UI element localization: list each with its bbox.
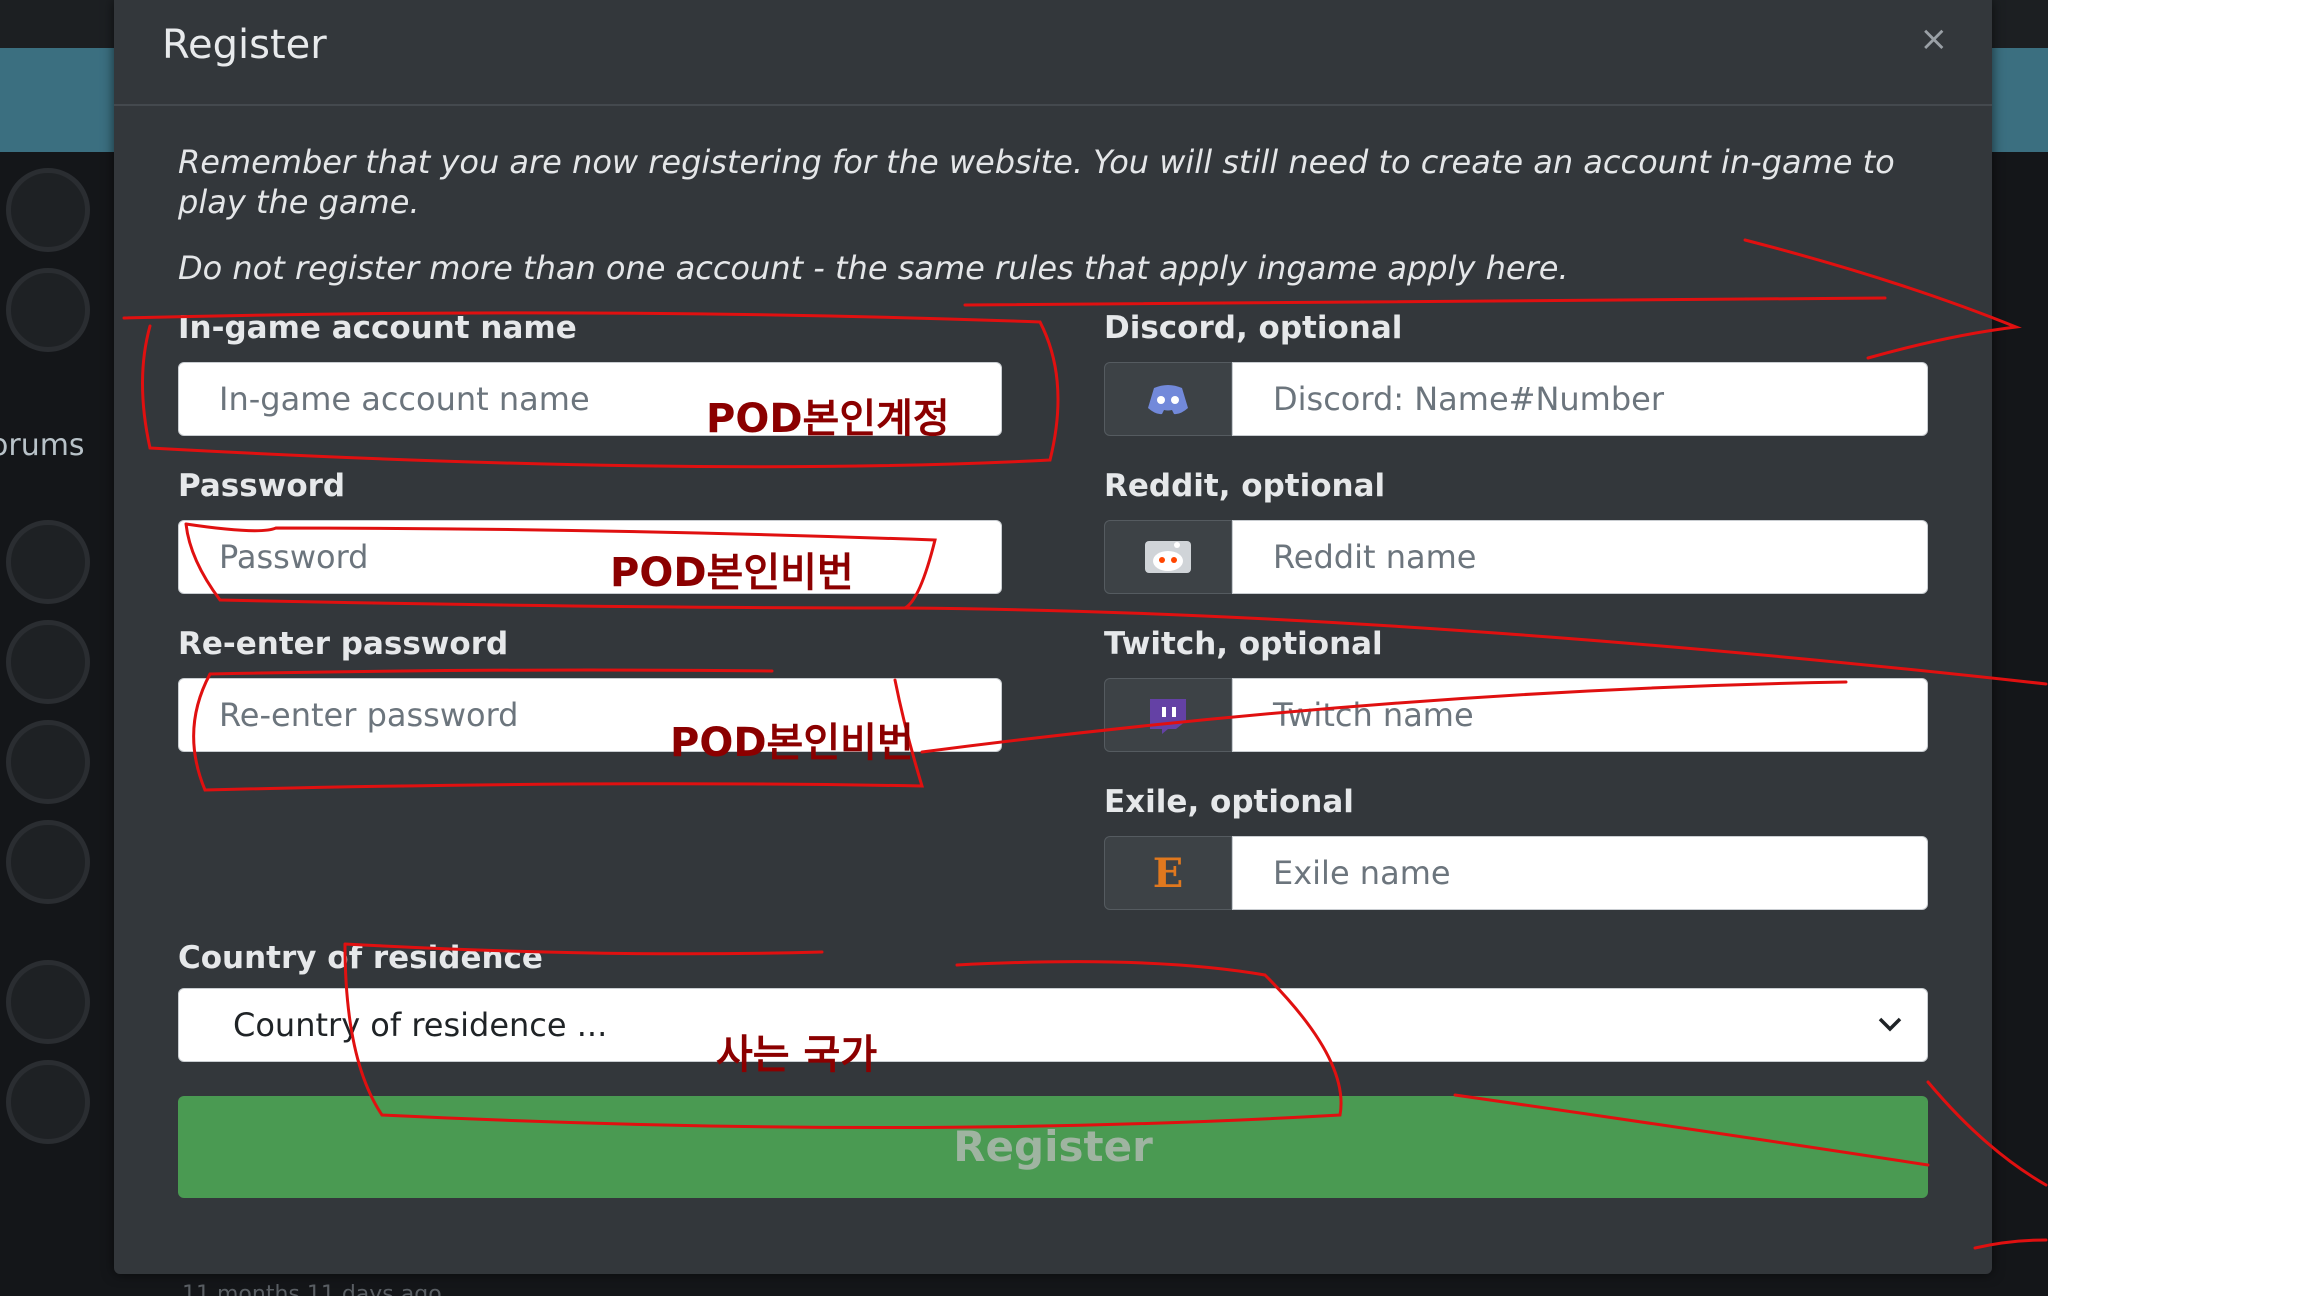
close-icon[interactable]: × — [1920, 22, 1949, 56]
register-button[interactable]: Register — [178, 1096, 1928, 1198]
country-annotation: 사는 국가 — [716, 1032, 878, 1078]
reddit-icon — [1104, 520, 1232, 594]
sidebar-link-forums[interactable]: orums — [0, 428, 85, 463]
modal-title: Register — [162, 22, 327, 68]
account-name-label: In-game account name — [178, 310, 577, 346]
twitch-input-group: Twitch name — [1104, 678, 1928, 752]
right-margin — [2048, 0, 2304, 1296]
discord-input-group: Discord: Name#Number — [1104, 362, 1928, 436]
reenter-password-annotation: POD본인비번 — [670, 720, 914, 766]
password-input[interactable]: Password — [178, 520, 1002, 594]
paw-icon — [6, 520, 90, 604]
paw-icon — [6, 168, 90, 252]
account-name-annotation: POD본인계정 — [706, 396, 950, 442]
twitch-icon — [1104, 678, 1232, 752]
register-modal: Register × Remember that you are now reg… — [114, 0, 1992, 1274]
reddit-input[interactable]: Reddit name — [1232, 520, 1928, 594]
chevron-down-icon — [1878, 1017, 1902, 1032]
exile-label: Exile, optional — [1104, 784, 1354, 820]
paw-icon — [6, 720, 90, 804]
country-select[interactable]: Country of residence ... — [178, 988, 1928, 1062]
duplicate-account-warning: Do not register more than one account - … — [178, 249, 1569, 287]
discord-icon — [1104, 362, 1232, 436]
paw-icon — [6, 268, 90, 352]
password-annotation: POD본인비번 — [610, 550, 854, 596]
discord-input[interactable]: Discord: Name#Number — [1232, 362, 1928, 436]
twitch-input[interactable]: Twitch name — [1232, 678, 1928, 752]
country-select-value: Country of residence ... — [233, 1006, 608, 1044]
exile-icon: E — [1104, 836, 1232, 910]
paw-icon — [6, 620, 90, 704]
reenter-password-label: Re-enter password — [178, 626, 509, 662]
post-timestamp: 11 months 11 days ago — [182, 1282, 442, 1296]
reddit-label: Reddit, optional — [1104, 468, 1386, 504]
reddit-input-group: Reddit name — [1104, 520, 1928, 594]
password-label: Password — [178, 468, 346, 504]
paw-icon — [6, 820, 90, 904]
paw-icon — [6, 960, 90, 1044]
exile-input[interactable]: Exile name — [1232, 836, 1928, 910]
paw-icon — [6, 1060, 90, 1144]
exile-input-group: E Exile name — [1104, 836, 1928, 910]
registration-notice: Remember that you are now registering fo… — [178, 143, 1895, 221]
country-label: Country of residence — [178, 940, 543, 976]
exile-icon-letter: E — [1152, 849, 1184, 897]
twitch-label: Twitch, optional — [1104, 626, 1383, 662]
discord-label: Discord, optional — [1104, 310, 1403, 346]
modal-header: Register × — [114, 0, 1992, 106]
